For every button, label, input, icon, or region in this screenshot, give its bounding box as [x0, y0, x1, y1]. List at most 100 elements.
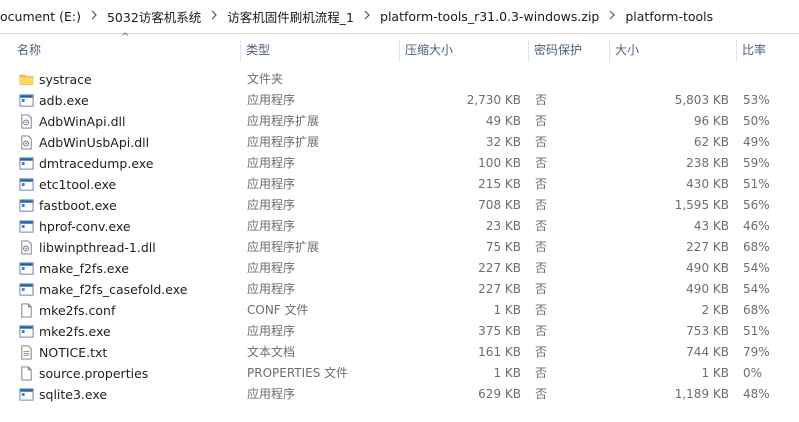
file-compressed-size: 100 KB	[478, 156, 521, 170]
file-size: 62 KB	[693, 135, 729, 149]
file-compressed-size: 227 KB	[478, 261, 521, 275]
file-row[interactable]: make_f2fs_casefold.exe 应用程序 227 KB 否 490 KB 5…	[0, 279, 799, 300]
breadcrumb-chevron-icon[interactable]	[356, 10, 378, 23]
column-header-type[interactable]: 类型	[241, 36, 399, 64]
file-password-protected: 否	[535, 261, 548, 275]
file-row[interactable]: AdbWinUsbApi.dll 应用程序扩展 32 KB 否 62 KB 49%	[0, 132, 799, 153]
file-row[interactable]: dmtracedump.exe 应用程序 100 KB 否 238 KB 59%	[0, 153, 799, 174]
breadcrumb-chevron-icon[interactable]	[601, 10, 623, 23]
breadcrumb-item[interactable]: 访客机固件刷机流程_1	[225, 7, 356, 26]
file-password-protected: 否	[535, 114, 548, 128]
file-type: 应用程序	[247, 198, 296, 212]
file-row[interactable]: source.properties PROPERTIES 文件 1 KB 否 1 KB 0…	[0, 363, 799, 384]
file-type: 应用程序	[247, 219, 296, 233]
file-name: source.properties	[39, 366, 149, 381]
file-name: sqlite3.exe	[39, 387, 108, 402]
file-password-protected: 否	[535, 93, 548, 107]
file-ratio: 54%	[743, 261, 770, 275]
exe-icon	[19, 93, 34, 108]
file-ratio: 59%	[743, 156, 770, 170]
file-compressed-size: 708 KB	[478, 198, 521, 212]
exe-icon	[19, 282, 34, 297]
file-row[interactable]: mke2fs.exe 应用程序 375 KB 否 753 KB 51%	[0, 321, 799, 342]
file-row[interactable]: etc1tool.exe 应用程序 215 KB 否 430 KB 51%	[0, 174, 799, 195]
file-type: 应用程序	[247, 261, 296, 275]
exe-icon	[19, 261, 34, 276]
file-row[interactable]: NOTICE.txt 文本文档 161 KB 否 744 KB 79%	[0, 342, 799, 363]
file-ratio: 68%	[743, 303, 770, 317]
folder-icon	[19, 72, 34, 87]
file-compressed-size: 1 KB	[493, 366, 521, 380]
file-type: PROPERTIES 文件	[247, 366, 349, 380]
file-size: 744 KB	[686, 345, 729, 359]
file-password-protected: 否	[535, 156, 548, 170]
file-row[interactable]: libwinpthread-1.dll 应用程序扩展 75 KB 否 227 KB 68%	[0, 237, 799, 258]
file-row[interactable]: mke2fs.conf CONF 文件 1 KB 否 2 KB 68%	[0, 300, 799, 321]
file-row[interactable]: fastboot.exe 应用程序 708 KB 否 1,595 KB 56%	[0, 195, 799, 216]
file-row[interactable]: AdbWinApi.dll 应用程序扩展 49 KB 否 96 KB 50%	[0, 111, 799, 132]
file-ratio: 51%	[743, 324, 770, 338]
file-compressed-size: 227 KB	[478, 282, 521, 296]
file-row[interactable]: hprof-conv.exe 应用程序 23 KB 否 43 KB 46%	[0, 216, 799, 237]
file-row[interactable]: adb.exe 应用程序 2,730 KB 否 5,803 KB 53%	[0, 90, 799, 111]
file-password-protected: 否	[535, 198, 548, 212]
file-ratio: 54%	[743, 282, 770, 296]
file-name: AdbWinApi.dll	[39, 114, 126, 129]
exe-icon	[19, 177, 34, 192]
file-row[interactable]: systrace 文件夹	[0, 69, 799, 90]
file-ratio: 68%	[743, 240, 770, 254]
file-ratio: 53%	[743, 93, 770, 107]
breadcrumb-item[interactable]: ocument (E:)	[0, 9, 83, 24]
file-ratio: 46%	[743, 219, 770, 233]
file-type: 应用程序	[247, 156, 296, 170]
column-header-password-protected[interactable]: 密码保护	[529, 36, 609, 64]
file-password-protected: 否	[535, 324, 548, 338]
file-type: 应用程序	[247, 177, 296, 191]
file-password-protected: 否	[535, 240, 548, 254]
column-header-ratio[interactable]: 比率	[737, 36, 799, 64]
column-header-row: ^ 名称 类型 压缩大小 密码保护 大小 比率	[0, 32, 799, 64]
exe-icon	[19, 387, 34, 402]
file-compressed-size: 215 KB	[478, 177, 521, 191]
file-size	[610, 69, 729, 90]
file-ratio: 79%	[743, 345, 770, 359]
exe-icon	[19, 156, 34, 171]
column-header-compressed-size[interactable]: 压缩大小	[400, 36, 528, 64]
file-size: 5,803 KB	[674, 93, 729, 107]
file-type: 应用程序	[247, 93, 296, 107]
file-row[interactable]: sqlite3.exe 应用程序 629 KB 否 1,189 KB 48%	[0, 384, 799, 405]
file-password-protected: 否	[535, 345, 548, 359]
file-name: hprof-conv.exe	[39, 219, 131, 234]
file-size: 227 KB	[686, 240, 729, 254]
breadcrumb-item[interactable]: platform-tools_r31.0.3-windows.zip	[378, 9, 601, 24]
file-password-protected: 否	[535, 366, 548, 380]
file-ratio: 48%	[743, 387, 770, 401]
file-name: fastboot.exe	[39, 198, 117, 213]
file-password-protected: 否	[535, 282, 548, 296]
file-name: dmtracedump.exe	[39, 156, 154, 171]
breadcrumb-item[interactable]: 5032访客机系统	[105, 7, 203, 26]
column-header-name[interactable]: 名称	[12, 36, 240, 64]
file-type: 应用程序扩展	[247, 135, 320, 149]
dll-icon	[19, 135, 34, 150]
file-type: 文件夹	[247, 72, 284, 86]
file-size: 2 KB	[701, 303, 729, 317]
breadcrumb-item[interactable]: platform-tools	[623, 9, 715, 24]
file-type: 应用程序扩展	[247, 240, 320, 254]
exe-icon	[19, 219, 34, 234]
file-ratio: 51%	[743, 177, 770, 191]
file-ratio: 49%	[743, 135, 770, 149]
file-row[interactable]: make_f2fs.exe 应用程序 227 KB 否 490 KB 54%	[0, 258, 799, 279]
file-name: mke2fs.conf	[39, 303, 116, 318]
breadcrumb-chevron-icon[interactable]	[83, 10, 105, 23]
exe-icon	[19, 198, 34, 213]
file-name: make_f2fs_casefold.exe	[39, 282, 188, 297]
column-header-size[interactable]: 大小	[610, 36, 736, 64]
breadcrumb-chevron-icon[interactable]	[203, 10, 225, 23]
file-type: 应用程序	[247, 324, 296, 338]
address-bar[interactable]: ocument (E:) 5032访客机系统 访客机固件刷机流程_1 platform…	[0, 0, 799, 34]
file-type: 应用程序	[247, 282, 296, 296]
file-name: make_f2fs.exe	[39, 261, 129, 276]
file-size: 490 KB	[686, 282, 729, 296]
file-name: adb.exe	[39, 93, 89, 108]
